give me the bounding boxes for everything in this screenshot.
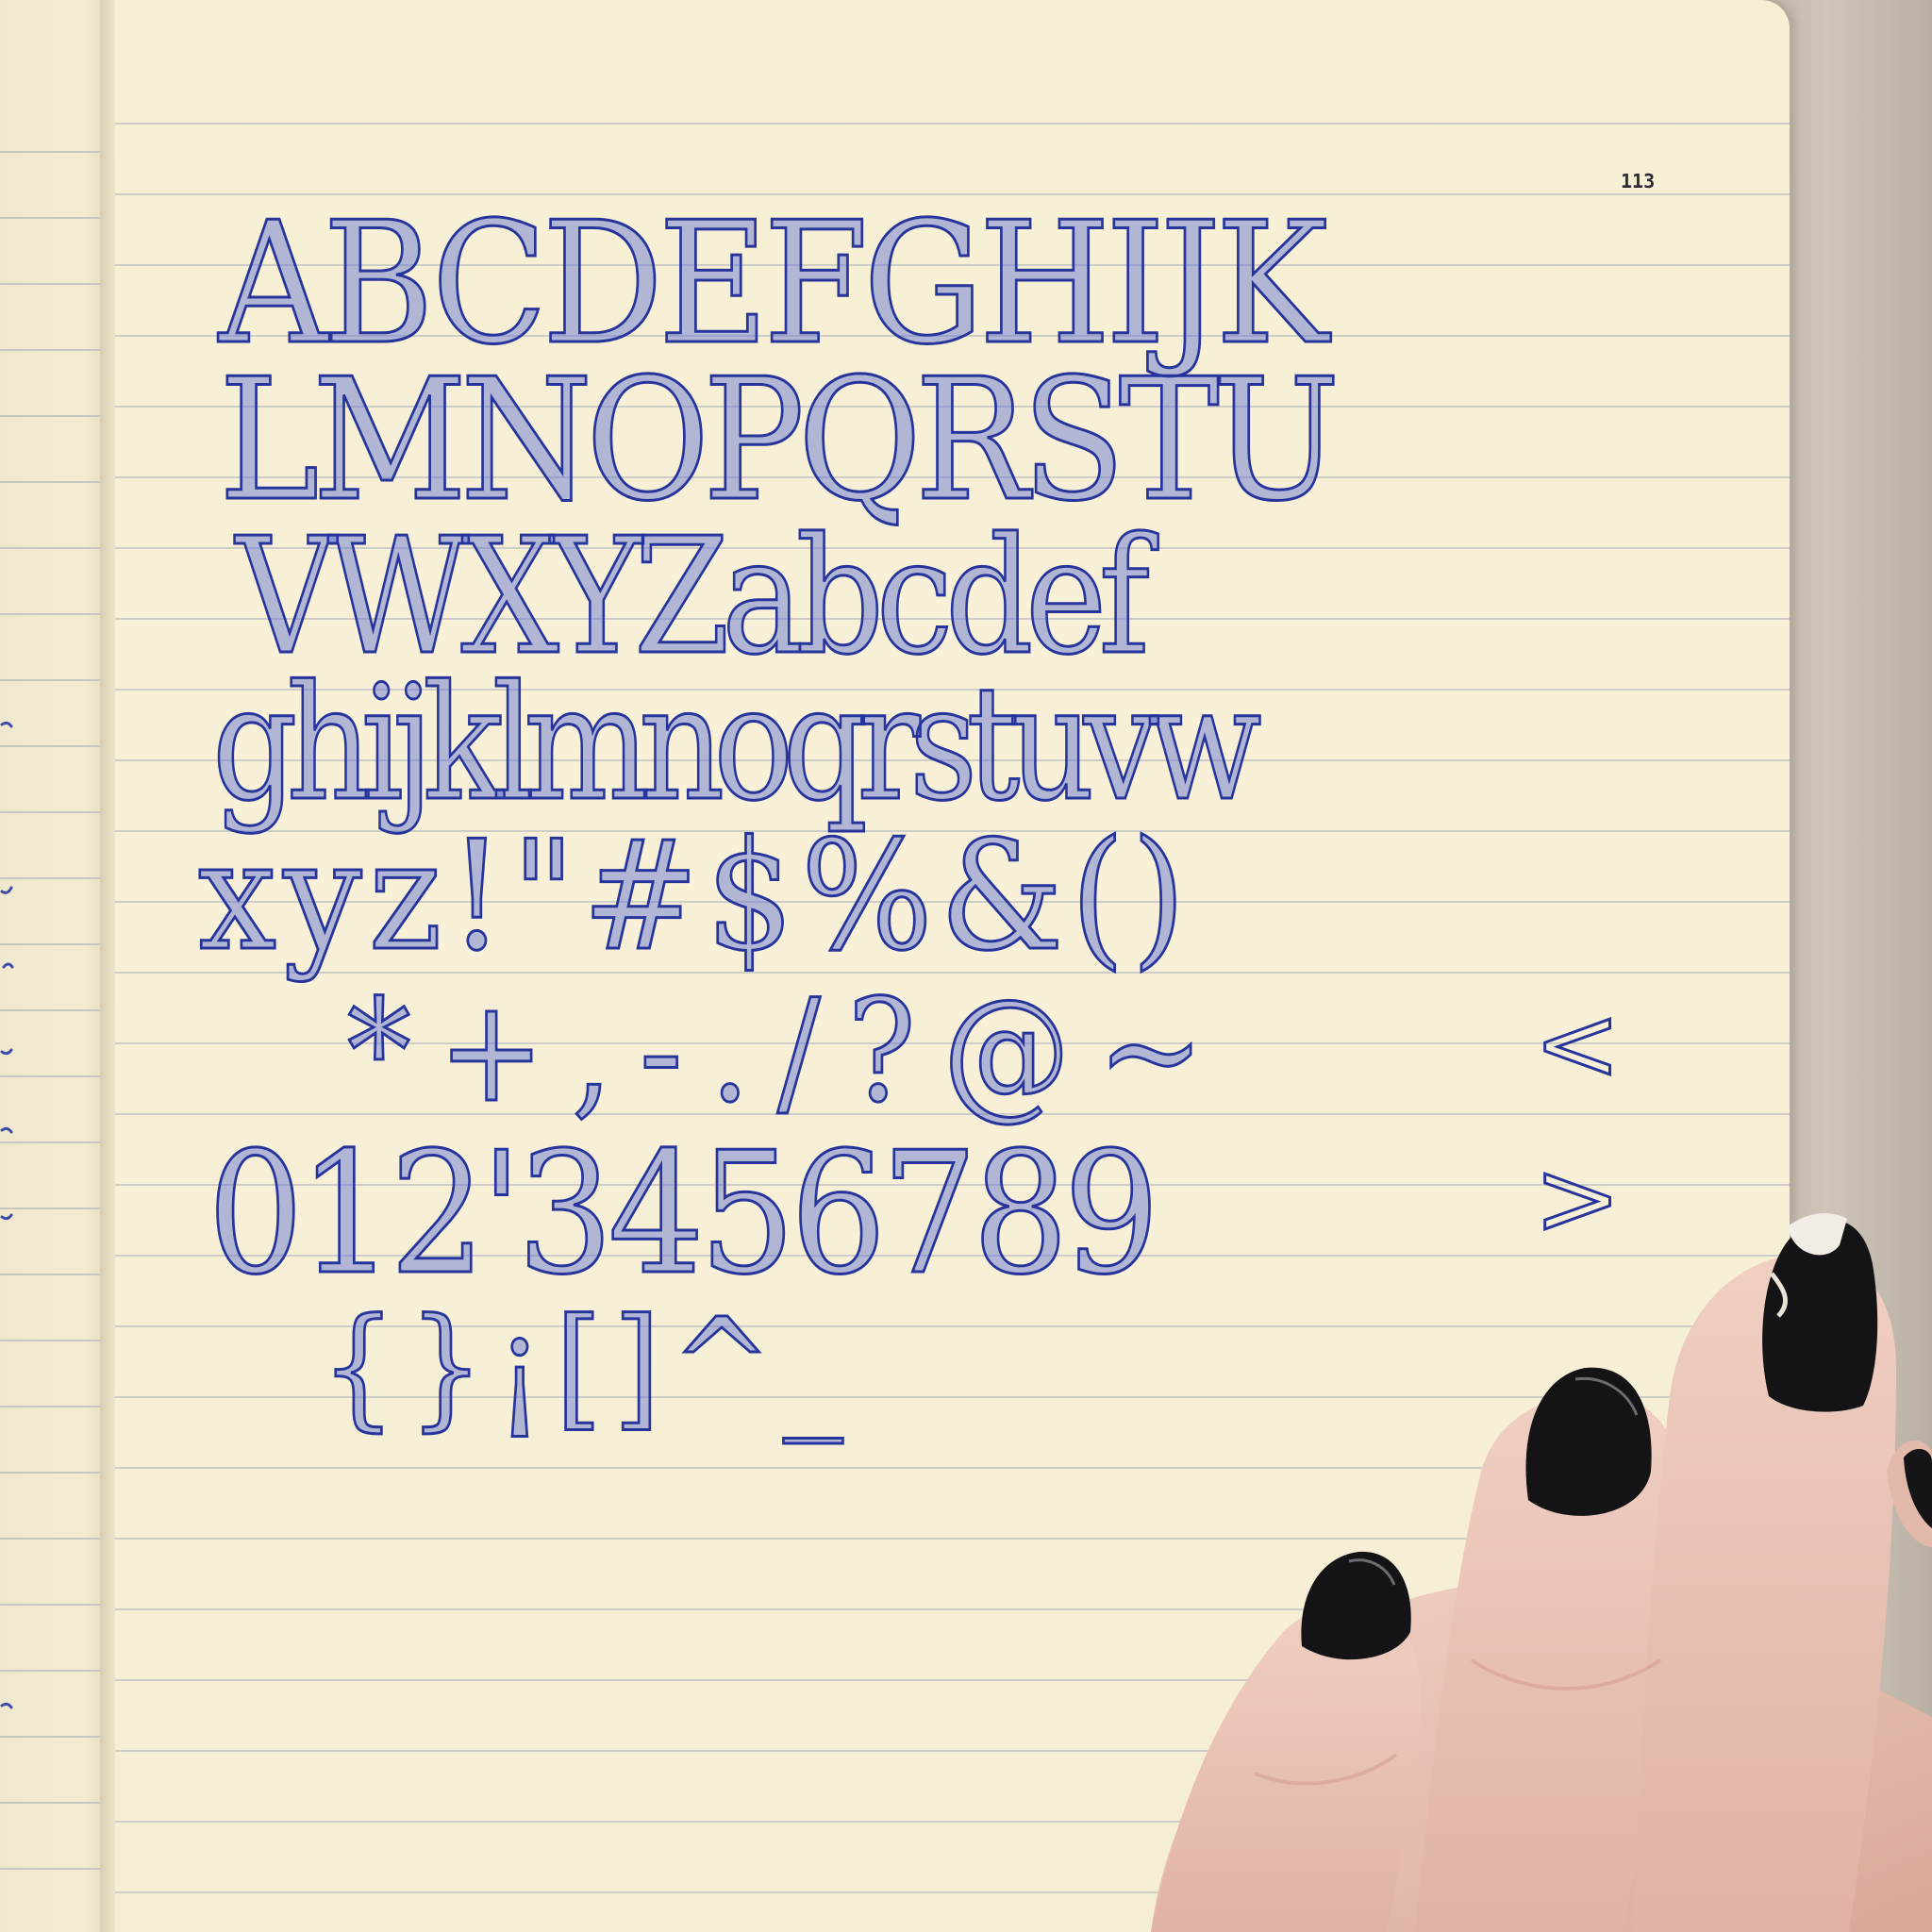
photo-scene: 113 ABCDEFGHIJK LMNOPQRSTU VWXYZabcdef g… (0, 0, 1932, 1932)
hand-with-painted-nails (1151, 1213, 1932, 1932)
